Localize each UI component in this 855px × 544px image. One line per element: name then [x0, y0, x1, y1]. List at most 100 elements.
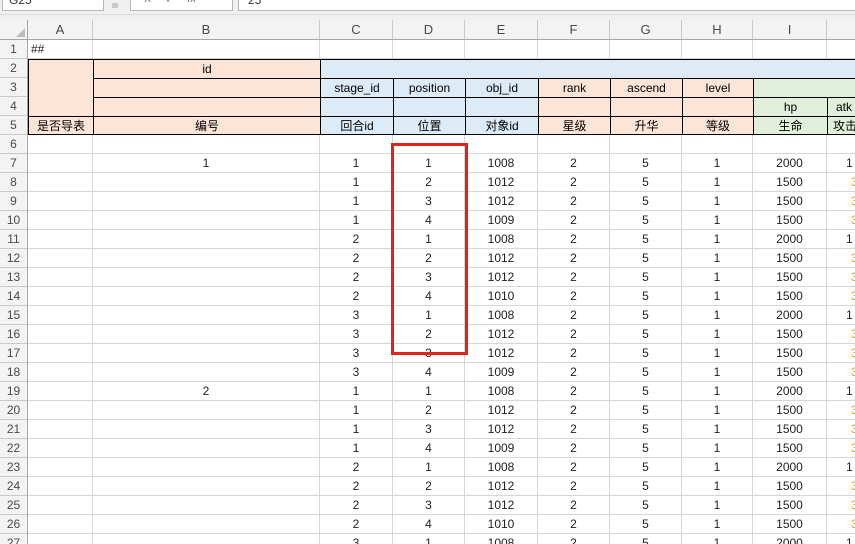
cell-G27[interactable]: 5: [610, 534, 682, 544]
cell-G17[interactable]: 5: [610, 344, 682, 363]
cell-G9[interactable]: 5: [610, 192, 682, 211]
cell-E23[interactable]: 1008: [465, 458, 538, 477]
cell-J26[interactable]: 3: [827, 515, 855, 534]
cell-B27[interactable]: [93, 534, 320, 544]
cell-F26[interactable]: 2: [538, 515, 610, 534]
cell-J19[interactable]: 1: [827, 382, 855, 401]
cell-J25[interactable]: 3: [827, 496, 855, 515]
cell-C3-stage-id[interactable]: stage_id: [320, 78, 393, 97]
cell-C6[interactable]: [320, 135, 393, 154]
cell-A2-merged[interactable]: [28, 59, 93, 116]
cell-I13[interactable]: 1500: [753, 268, 827, 287]
cell-A27[interactable]: [28, 534, 93, 544]
cell-G22[interactable]: 5: [610, 439, 682, 458]
cell-F1[interactable]: [538, 40, 610, 59]
column-header-B[interactable]: B: [93, 20, 320, 39]
cell-B16[interactable]: [93, 325, 320, 344]
cell-G16[interactable]: 5: [610, 325, 682, 344]
cell-C26[interactable]: 2: [320, 515, 393, 534]
cell-G11[interactable]: 5: [610, 230, 682, 249]
cell-H21[interactable]: 1: [682, 420, 753, 439]
cell-I5-hp[interactable]: 生命: [753, 116, 827, 135]
cell-F4[interactable]: [538, 97, 610, 116]
cell-H5-level[interactable]: 等级: [682, 116, 753, 135]
cell-H19[interactable]: 1: [682, 382, 753, 401]
cell-H26[interactable]: 1: [682, 515, 753, 534]
cell-C11[interactable]: 2: [320, 230, 393, 249]
row-header-16[interactable]: 16: [0, 325, 27, 344]
cell-H25[interactable]: 1: [682, 496, 753, 515]
column-header-H[interactable]: H: [682, 20, 753, 39]
cell-F15[interactable]: 2: [538, 306, 610, 325]
column-header-E[interactable]: E: [465, 20, 538, 39]
cell-D25[interactable]: 3: [393, 496, 465, 515]
cell-B18[interactable]: [93, 363, 320, 382]
cell-F13[interactable]: 2: [538, 268, 610, 287]
cell-B1[interactable]: [93, 40, 320, 59]
row-header-27[interactable]: 27: [0, 534, 27, 544]
cell-A13[interactable]: [28, 268, 93, 287]
row-header-18[interactable]: 18: [0, 363, 27, 382]
cell-E12[interactable]: 1012: [465, 249, 538, 268]
cell-G14[interactable]: 5: [610, 287, 682, 306]
cell-B23[interactable]: [93, 458, 320, 477]
cell-E17[interactable]: 1012: [465, 344, 538, 363]
cell-H23[interactable]: 1: [682, 458, 753, 477]
name-box-splitter[interactable]: [112, 3, 118, 8]
cell-E10[interactable]: 1009: [465, 211, 538, 230]
cell-F23[interactable]: 2: [538, 458, 610, 477]
cell-D18[interactable]: 4: [393, 363, 465, 382]
cell-F16[interactable]: 2: [538, 325, 610, 344]
cell-B25[interactable]: [93, 496, 320, 515]
cell-E9[interactable]: 1012: [465, 192, 538, 211]
cell-C8[interactable]: 1: [320, 173, 393, 192]
cell-C22[interactable]: 1: [320, 439, 393, 458]
row-header-13[interactable]: 13: [0, 268, 27, 287]
cell-J24[interactable]: 3: [827, 477, 855, 496]
cell-H9[interactable]: 1: [682, 192, 753, 211]
cell-C5-round-id[interactable]: 回合id: [320, 116, 393, 135]
cell-F18[interactable]: 2: [538, 363, 610, 382]
cell-J15[interactable]: 1: [827, 306, 855, 325]
cell-B13[interactable]: [93, 268, 320, 287]
cell-C13[interactable]: 2: [320, 268, 393, 287]
cell-C20[interactable]: 1: [320, 401, 393, 420]
cell-J12[interactable]: 3: [827, 249, 855, 268]
column-header-I[interactable]: I: [753, 20, 827, 39]
cell-A25[interactable]: [28, 496, 93, 515]
row-header-25[interactable]: 25: [0, 496, 27, 515]
cell-I4-hp[interactable]: hp: [753, 97, 827, 116]
cell-H10[interactable]: 1: [682, 211, 753, 230]
cell-F6[interactable]: [538, 135, 610, 154]
cell-I1[interactable]: [753, 40, 827, 59]
cell-J21[interactable]: 3: [827, 420, 855, 439]
cell-A7[interactable]: [28, 154, 93, 173]
row-header-9[interactable]: 9: [0, 192, 27, 211]
cell-H3-level[interactable]: level: [682, 78, 753, 97]
row-header-12[interactable]: 12: [0, 249, 27, 268]
cell-D26[interactable]: 4: [393, 515, 465, 534]
cell-I18[interactable]: 1500: [753, 363, 827, 382]
name-box[interactable]: G25: [2, 0, 104, 11]
cell-I3-merged[interactable]: [753, 78, 855, 97]
cell-G12[interactable]: 5: [610, 249, 682, 268]
cell-D20[interactable]: 2: [393, 401, 465, 420]
cell-A10[interactable]: [28, 211, 93, 230]
cell-J22[interactable]: 3: [827, 439, 855, 458]
cell-J17[interactable]: 3: [827, 344, 855, 363]
cell-D23[interactable]: 1: [393, 458, 465, 477]
cell-J14[interactable]: 3: [827, 287, 855, 306]
cell-I26[interactable]: 1500: [753, 515, 827, 534]
cell-B21[interactable]: [93, 420, 320, 439]
cell-H7[interactable]: 1: [682, 154, 753, 173]
cell-E21[interactable]: 1012: [465, 420, 538, 439]
cell-H6[interactable]: [682, 135, 753, 154]
cell-C2-band[interactable]: [320, 59, 855, 78]
cell-I14[interactable]: 1500: [753, 287, 827, 306]
cell-H13[interactable]: 1: [682, 268, 753, 287]
cell-J20[interactable]: 3: [827, 401, 855, 420]
row-header-4[interactable]: 4: [0, 97, 27, 116]
cell-J11[interactable]: 1: [827, 230, 855, 249]
cell-C23[interactable]: 2: [320, 458, 393, 477]
cell-I15[interactable]: 2000: [753, 306, 827, 325]
